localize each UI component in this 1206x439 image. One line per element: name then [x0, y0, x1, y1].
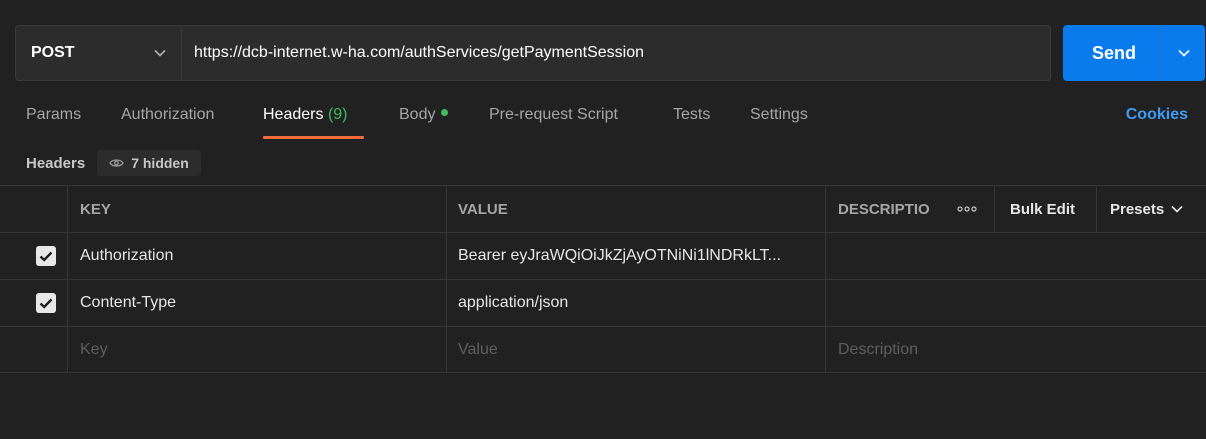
- header-value-cell[interactable]: Bearer eyJraWQiOiJkZjAyOTNiNi1lNDRkLT...: [458, 233, 818, 279]
- chevron-down-icon: [1171, 205, 1183, 213]
- table-row: Authorization Bearer eyJraWQiOiJkZjAyOTN…: [0, 232, 1206, 279]
- new-key-input[interactable]: Key: [80, 327, 440, 372]
- row-checkbox[interactable]: [36, 246, 56, 266]
- presets-label: Presets: [1110, 200, 1165, 218]
- more-dots-icon[interactable]: [940, 186, 994, 232]
- method-label: POST: [31, 44, 75, 61]
- headers-subheader: Headers 7 hidden: [26, 150, 201, 176]
- headers-table: KEY VALUE DESCRIPTIO Bulk Edit Presets A…: [0, 185, 1206, 373]
- tab-headers-label: Headers: [263, 106, 324, 123]
- row-checkbox[interactable]: [36, 293, 56, 313]
- send-button-group: Send: [1063, 25, 1205, 81]
- table-row-empty: Key Value Description: [0, 326, 1206, 373]
- tab-pre-request-script[interactable]: Pre-request Script: [489, 106, 618, 124]
- url-input[interactable]: https://dcb-internet.w-ha.com/authServic…: [182, 44, 644, 62]
- bulk-edit-button[interactable]: Bulk Edit: [1010, 186, 1090, 232]
- tab-body-label: Body: [399, 106, 436, 123]
- hidden-headers-toggle[interactable]: 7 hidden: [97, 150, 201, 176]
- presets-dropdown[interactable]: Presets: [1110, 186, 1206, 232]
- tab-params[interactable]: Params: [26, 106, 81, 124]
- column-header-value: VALUE: [458, 200, 508, 218]
- cookies-link[interactable]: Cookies: [1126, 106, 1188, 124]
- body-indicator-dot: [441, 109, 449, 117]
- header-key-cell[interactable]: Authorization: [80, 233, 440, 279]
- chevron-down-icon: [153, 46, 167, 60]
- eye-icon: [109, 159, 124, 167]
- chevron-down-icon: [1177, 44, 1190, 62]
- request-tabs: Params Authorization Headers (9) Body Pr…: [0, 100, 1206, 140]
- active-tab-indicator: [263, 136, 364, 139]
- new-value-input[interactable]: Value: [458, 327, 818, 372]
- method-dropdown[interactable]: POST: [16, 26, 182, 80]
- hidden-headers-label: 7 hidden: [131, 155, 189, 171]
- column-header-description: DESCRIPTIO: [838, 200, 930, 218]
- tab-settings[interactable]: Settings: [750, 106, 808, 124]
- checkmark-icon: [39, 251, 53, 262]
- header-description-cell[interactable]: [838, 233, 1206, 279]
- header-value-cell[interactable]: application/json: [458, 280, 818, 326]
- column-header-key: KEY: [80, 200, 111, 218]
- tab-body[interactable]: Body: [399, 106, 449, 124]
- tab-authorization[interactable]: Authorization: [121, 106, 214, 124]
- tab-headers[interactable]: Headers (9): [263, 106, 348, 124]
- table-header-row: KEY VALUE DESCRIPTIO Bulk Edit Presets: [0, 185, 1206, 232]
- checkmark-icon: [39, 298, 53, 309]
- headers-section-title: Headers: [26, 154, 86, 172]
- new-description-input[interactable]: Description: [838, 327, 1206, 372]
- tab-headers-count: (9): [327, 106, 348, 123]
- request-url-bar: POST https://dcb-internet.w-ha.com/authS…: [15, 25, 1051, 81]
- send-options-button[interactable]: [1161, 25, 1205, 81]
- table-row: Content-Type application/json: [0, 279, 1206, 326]
- header-description-cell[interactable]: [838, 280, 1206, 326]
- tab-tests[interactable]: Tests: [673, 106, 710, 124]
- send-button[interactable]: Send: [1063, 25, 1161, 81]
- header-key-cell[interactable]: Content-Type: [80, 280, 440, 326]
